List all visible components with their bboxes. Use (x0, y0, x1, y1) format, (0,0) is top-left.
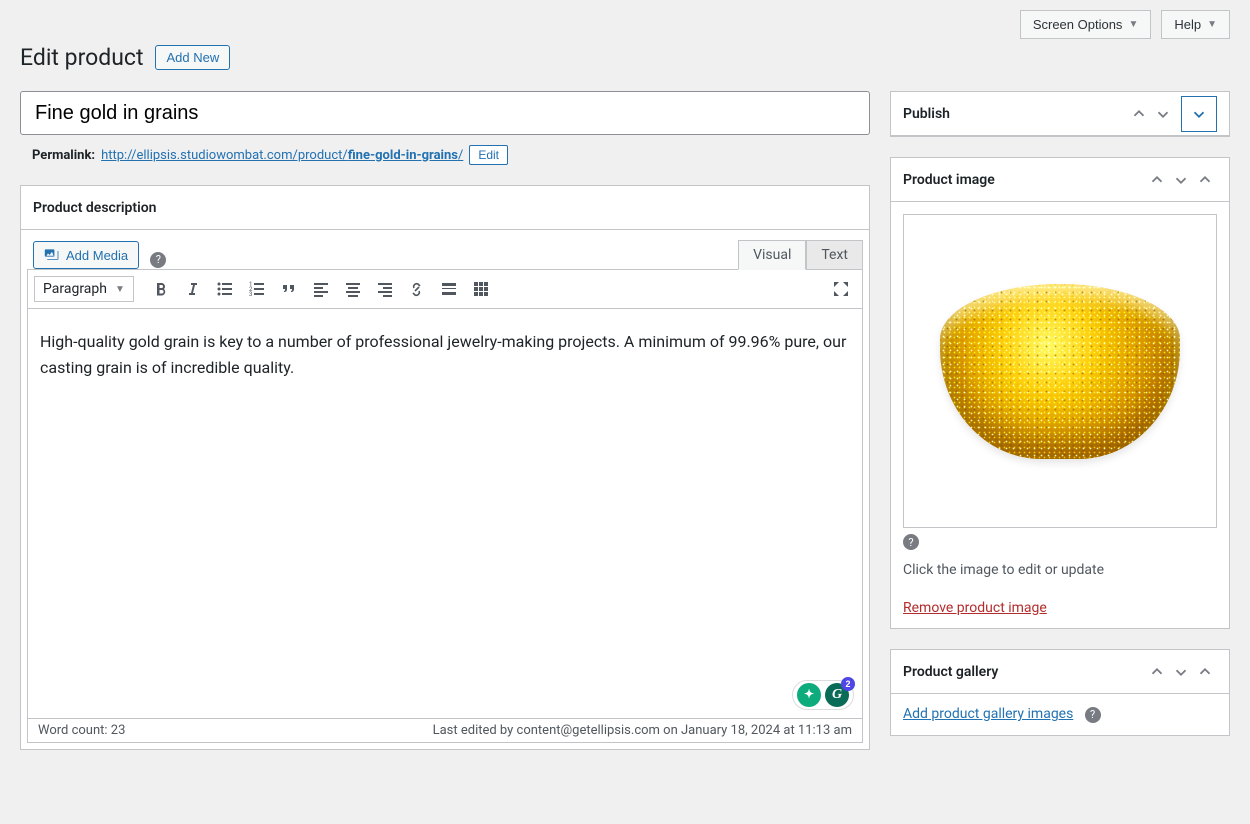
chevron-down-icon: ▼ (1207, 19, 1217, 30)
editor-content[interactable]: High-quality gold grain is key to a numb… (27, 309, 863, 719)
last-edited: Last edited by content@getellipsis.com o… (433, 723, 852, 738)
help-icon[interactable]: ? (1085, 707, 1101, 723)
move-up-button[interactable] (1145, 660, 1169, 684)
align-right-button[interactable] (370, 274, 400, 304)
tab-text[interactable]: Text (806, 240, 863, 269)
add-media-button[interactable]: Add Media (33, 241, 139, 269)
grammarly-icon: G2 (825, 683, 849, 707)
product-image-thumbnail[interactable] (903, 214, 1217, 528)
svg-text:3: 3 (249, 291, 252, 298)
remove-product-image-link[interactable]: Remove product image (903, 600, 1047, 616)
permalink-label: Permalink: (32, 148, 95, 163)
permalink-link[interactable]: http://ellipsis.studiowombat.com/product… (101, 148, 463, 163)
word-count: Word count: 23 (38, 723, 125, 738)
fullscreen-button[interactable] (826, 274, 856, 304)
align-center-button[interactable] (338, 274, 368, 304)
link-button[interactable] (402, 274, 432, 304)
format-select[interactable]: Paragraph▼ (34, 276, 134, 302)
product-image-box: Product image ? Click the image to edit … (890, 157, 1230, 629)
help-icon[interactable]: ? (150, 252, 166, 268)
grammarly-count: 2 (841, 677, 855, 691)
move-down-button[interactable] (1151, 102, 1175, 126)
media-icon (44, 247, 60, 263)
publish-title: Publish (903, 106, 950, 122)
add-new-button[interactable]: Add New (155, 45, 230, 70)
product-title-input[interactable] (20, 91, 870, 135)
publish-box: Publish (890, 91, 1230, 137)
bold-button[interactable] (146, 274, 176, 304)
product-gallery-title: Product gallery (903, 664, 998, 680)
numbered-list-button[interactable]: 123 (242, 274, 272, 304)
toolbar-toggle-button[interactable] (466, 274, 496, 304)
screen-options-label: Screen Options (1033, 17, 1123, 32)
move-down-button[interactable] (1169, 168, 1193, 192)
chevron-down-icon: ▼ (1128, 19, 1138, 30)
help-label: Help (1174, 17, 1201, 32)
toggle-panel-button[interactable] (1193, 168, 1217, 192)
move-up-button[interactable] (1127, 102, 1151, 126)
add-gallery-images-link[interactable]: Add product gallery images (903, 706, 1073, 722)
help-button[interactable]: Help ▼ (1161, 10, 1230, 39)
help-icon[interactable]: ? (903, 534, 919, 550)
tab-visual[interactable]: Visual (738, 240, 806, 270)
product-description-title: Product description (33, 200, 156, 216)
product-image-title: Product image (903, 172, 995, 188)
product-description-box: Product description Add Media ? Visual T… (20, 185, 870, 750)
product-gallery-box: Product gallery Add product gallery imag… (890, 649, 1230, 736)
move-down-button[interactable] (1169, 660, 1193, 684)
edit-slug-button[interactable]: Edit (469, 145, 508, 165)
move-up-button[interactable] (1145, 168, 1169, 192)
permalink-row: Permalink: http://ellipsis.studiowombat.… (32, 145, 870, 165)
product-image-hint: Click the image to edit or update (903, 562, 1217, 578)
toggle-panel-button[interactable] (1181, 96, 1217, 132)
gold-grains-image (940, 284, 1180, 459)
align-left-button[interactable] (306, 274, 336, 304)
editor-toolbar: Paragraph▼ 123 (27, 269, 863, 309)
blockquote-button[interactable] (274, 274, 304, 304)
toggle-panel-button[interactable] (1193, 660, 1217, 684)
page-title: Edit product (20, 44, 143, 71)
italic-button[interactable] (178, 274, 208, 304)
read-more-button[interactable] (434, 274, 464, 304)
bullet-list-button[interactable] (210, 274, 240, 304)
editor-paragraph: High-quality gold grain is key to a numb… (40, 329, 850, 380)
screen-options-button[interactable]: Screen Options ▼ (1020, 10, 1152, 39)
grammarly-widget[interactable]: ✦ G2 (792, 680, 854, 710)
chevron-down-icon: ▼ (115, 284, 125, 295)
grammarly-tone-icon: ✦ (797, 683, 821, 707)
